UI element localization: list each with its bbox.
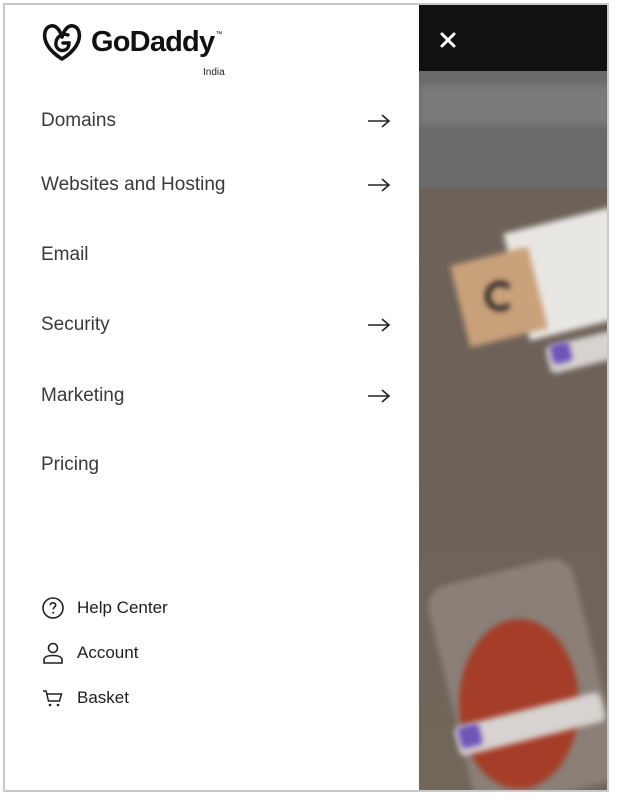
- nav-item-label: Email: [41, 244, 89, 265]
- user-icon: [41, 641, 65, 665]
- close-icon: [440, 32, 456, 48]
- arrow-right-icon: [368, 318, 391, 332]
- nav-item-pricing[interactable]: Pricing: [41, 445, 391, 485]
- arrow-right-icon: [368, 114, 391, 128]
- cart-icon: [41, 686, 65, 710]
- header-bar: [419, 5, 607, 71]
- nav-item-label: Websites and Hosting: [41, 174, 226, 195]
- nav-item-security[interactable]: Security: [41, 305, 391, 345]
- brand-name: GoDaddy: [91, 26, 215, 58]
- basket-link[interactable]: Basket: [41, 684, 291, 712]
- browser-frame: GoDaddy ™ India Domains Websites and Hos…: [3, 3, 609, 792]
- backdrop-band: [419, 85, 607, 125]
- account-link[interactable]: Account: [41, 639, 291, 667]
- nav-item-domains[interactable]: Domains: [41, 101, 391, 141]
- nav-item-email[interactable]: Email: [41, 235, 391, 275]
- help-center-label: Help Center: [77, 598, 168, 617]
- region-label: India: [203, 67, 225, 78]
- navigation-drawer: GoDaddy ™ India Domains Websites and Hos…: [5, 5, 419, 790]
- help-center-link[interactable]: Help Center: [41, 594, 291, 622]
- moon-shape: [485, 281, 515, 311]
- basket-label: Basket: [77, 688, 129, 707]
- nav-item-marketing[interactable]: Marketing: [41, 376, 391, 416]
- help-circle-icon: [41, 596, 65, 620]
- nav-item-label: Domains: [41, 110, 116, 131]
- godaddy-logo[interactable]: GoDaddy ™: [41, 21, 222, 63]
- nav-item-label: Pricing: [41, 454, 100, 475]
- godaddy-logo-icon: [42, 24, 82, 61]
- hero-image-background: [419, 189, 607, 790]
- nav-item-label: Marketing: [41, 385, 125, 406]
- page-backdrop-overlay[interactable]: [419, 5, 607, 790]
- arrow-right-icon: [368, 178, 391, 192]
- close-menu-button[interactable]: [433, 25, 463, 55]
- arrow-right-icon: [368, 389, 391, 403]
- nav-item-label: Security: [41, 314, 110, 335]
- trademark-symbol: ™: [215, 31, 223, 38]
- account-label: Account: [77, 643, 139, 662]
- nav-item-websites-hosting[interactable]: Websites and Hosting: [41, 165, 391, 205]
